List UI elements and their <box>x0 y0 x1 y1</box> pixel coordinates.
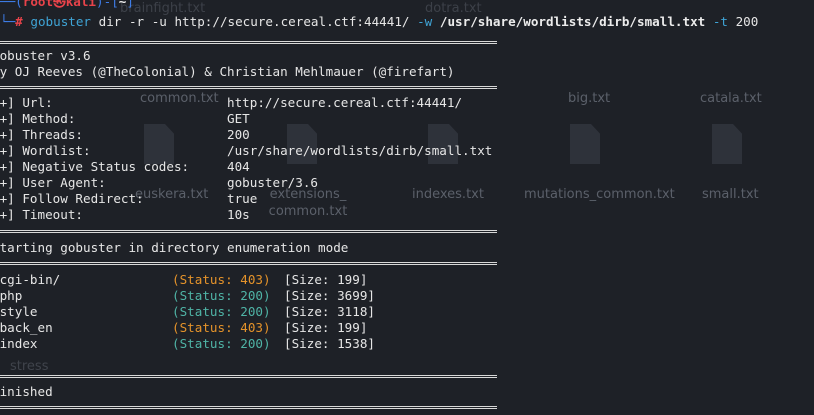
result-status: (Status: 403) <box>172 320 271 335</box>
config-row: [+] Timeout: <box>0 207 83 222</box>
config-value: 10s <box>227 207 250 222</box>
result-path: /index <box>0 336 38 351</box>
config-value: gobuster/3.6 <box>227 175 318 190</box>
command-line[interactable]: └─# gobuster dir -r -u http://secure.cer… <box>0 14 758 30</box>
separator <box>0 264 497 265</box>
desktop-file-label: big.txt <box>568 91 611 106</box>
result-status: (Status: 200) <box>172 304 271 319</box>
result-path: /back_en <box>0 320 53 335</box>
prompt-header: ──(root㉿kali)-[~] <box>0 0 134 9</box>
result-status: (Status: 403) <box>172 272 271 287</box>
config-value: GET <box>227 111 250 126</box>
config-row: [+] Follow Redirect: <box>0 191 144 206</box>
separator <box>0 230 497 231</box>
banner-authors: by OJ Reeves (@TheColonial) & Christian … <box>0 64 455 79</box>
config-value: 404 <box>227 159 250 174</box>
result-status: (Status: 200) <box>172 336 271 351</box>
result-path: /php <box>0 288 23 303</box>
config-value: true <box>227 191 258 206</box>
config-row: [+] Method: <box>0 111 76 126</box>
desktop-file-label: small.txt <box>702 187 759 202</box>
separator <box>0 43 497 44</box>
result-status: (Status: 200) <box>172 288 271 303</box>
separator <box>0 377 497 378</box>
result-path: /style <box>0 304 38 319</box>
starting-message: Starting gobuster in directory enumerati… <box>0 240 349 255</box>
separator <box>0 375 497 376</box>
command-name: gobuster <box>30 14 92 29</box>
config-row: [+] Wordlist: <box>0 143 91 158</box>
result-path: /cgi-bin/ <box>0 272 61 287</box>
text-file-icon <box>144 124 174 164</box>
result-size: [Size: 3118] <box>284 304 375 319</box>
finished-message: Finished <box>0 384 53 399</box>
config-row: [+] User Agent: <box>0 175 106 190</box>
text-file-icon <box>712 124 742 164</box>
desktop-file-label: extensions_common.txt <box>268 187 348 219</box>
result-size: [Size: 199] <box>284 272 368 287</box>
separator <box>0 86 497 87</box>
result-size: [Size: 1538] <box>284 336 375 351</box>
banner-version: Gobuster v3.6 <box>0 48 91 63</box>
separator <box>0 88 497 89</box>
desktop-file-label: common.txt <box>140 91 219 106</box>
text-file-icon <box>570 124 600 164</box>
separator <box>0 408 497 409</box>
config-value: /usr/share/wordlists/dirb/small.txt <box>227 143 493 158</box>
desktop-file-label: stress <box>10 359 49 374</box>
separator <box>0 262 497 263</box>
desktop-file-label: euskera.txt <box>135 187 209 202</box>
terminal-window[interactable]: brainfight.txt common.txt dotra.txt big.… <box>0 0 814 415</box>
desktop-file-label: indexes.txt <box>412 187 484 202</box>
result-size: [Size: 199] <box>284 320 368 335</box>
config-value: http://secure.cereal.ctf:44441/ <box>227 95 463 110</box>
config-row: [+] Url: <box>0 95 53 110</box>
separator <box>0 41 497 42</box>
result-size: [Size: 3699] <box>284 288 375 303</box>
desktop-file-label: mutations_common.txt <box>524 187 675 202</box>
separator <box>0 232 497 233</box>
separator <box>0 406 497 407</box>
desktop-file-label: catala.txt <box>700 91 762 106</box>
config-row: [+] Threads: <box>0 127 83 142</box>
config-row: [+] Negative Status codes: <box>0 159 190 174</box>
config-value: 200 <box>227 127 250 142</box>
